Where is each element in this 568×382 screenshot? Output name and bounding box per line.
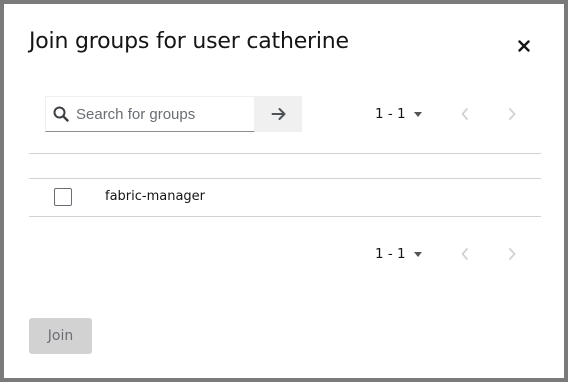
pagination-prev-button-bottom[interactable]: [453, 242, 477, 266]
pagination-bottom: 1 - 1: [375, 242, 422, 266]
chevron-left-icon: [461, 108, 468, 120]
pagination-next-button[interactable]: [500, 102, 524, 126]
chevron-left-icon: [461, 248, 468, 260]
chevron-right-icon: [509, 108, 516, 120]
caret-down-icon: [413, 251, 422, 257]
arrow-right-icon: [271, 108, 285, 120]
pagination-range-toggle-bottom[interactable]: 1 - 1: [375, 246, 422, 262]
search-submit-button[interactable]: [255, 96, 302, 132]
close-icon: [518, 40, 530, 52]
close-button[interactable]: [512, 34, 536, 58]
pagination-top: 1 - 1: [375, 102, 422, 126]
join-button[interactable]: Join: [29, 318, 92, 354]
group-select-checkbox[interactable]: [54, 188, 72, 206]
modal-title: Join groups for user catherine: [29, 29, 349, 54]
pagination-prev-button[interactable]: [453, 102, 477, 126]
toolbar: 1 - 1: [45, 96, 541, 132]
table-header-divider: [29, 153, 541, 154]
search-icon: [46, 97, 76, 131]
table-row: fabric-manager: [29, 179, 541, 216]
caret-down-icon: [413, 111, 422, 117]
search-box: [45, 96, 255, 132]
pagination-range-label-bottom: 1 - 1: [375, 246, 406, 262]
pagination-range-toggle[interactable]: 1 - 1: [375, 106, 422, 122]
join-groups-modal: Join groups for user catherine 1 - 1: [4, 4, 564, 378]
row-bottom-divider: [29, 216, 541, 217]
search-input[interactable]: [76, 105, 246, 123]
pagination-next-button-bottom[interactable]: [500, 242, 524, 266]
pagination-range-label: 1 - 1: [375, 106, 406, 122]
chevron-right-icon: [509, 248, 516, 260]
group-name: fabric-manager: [105, 189, 206, 204]
